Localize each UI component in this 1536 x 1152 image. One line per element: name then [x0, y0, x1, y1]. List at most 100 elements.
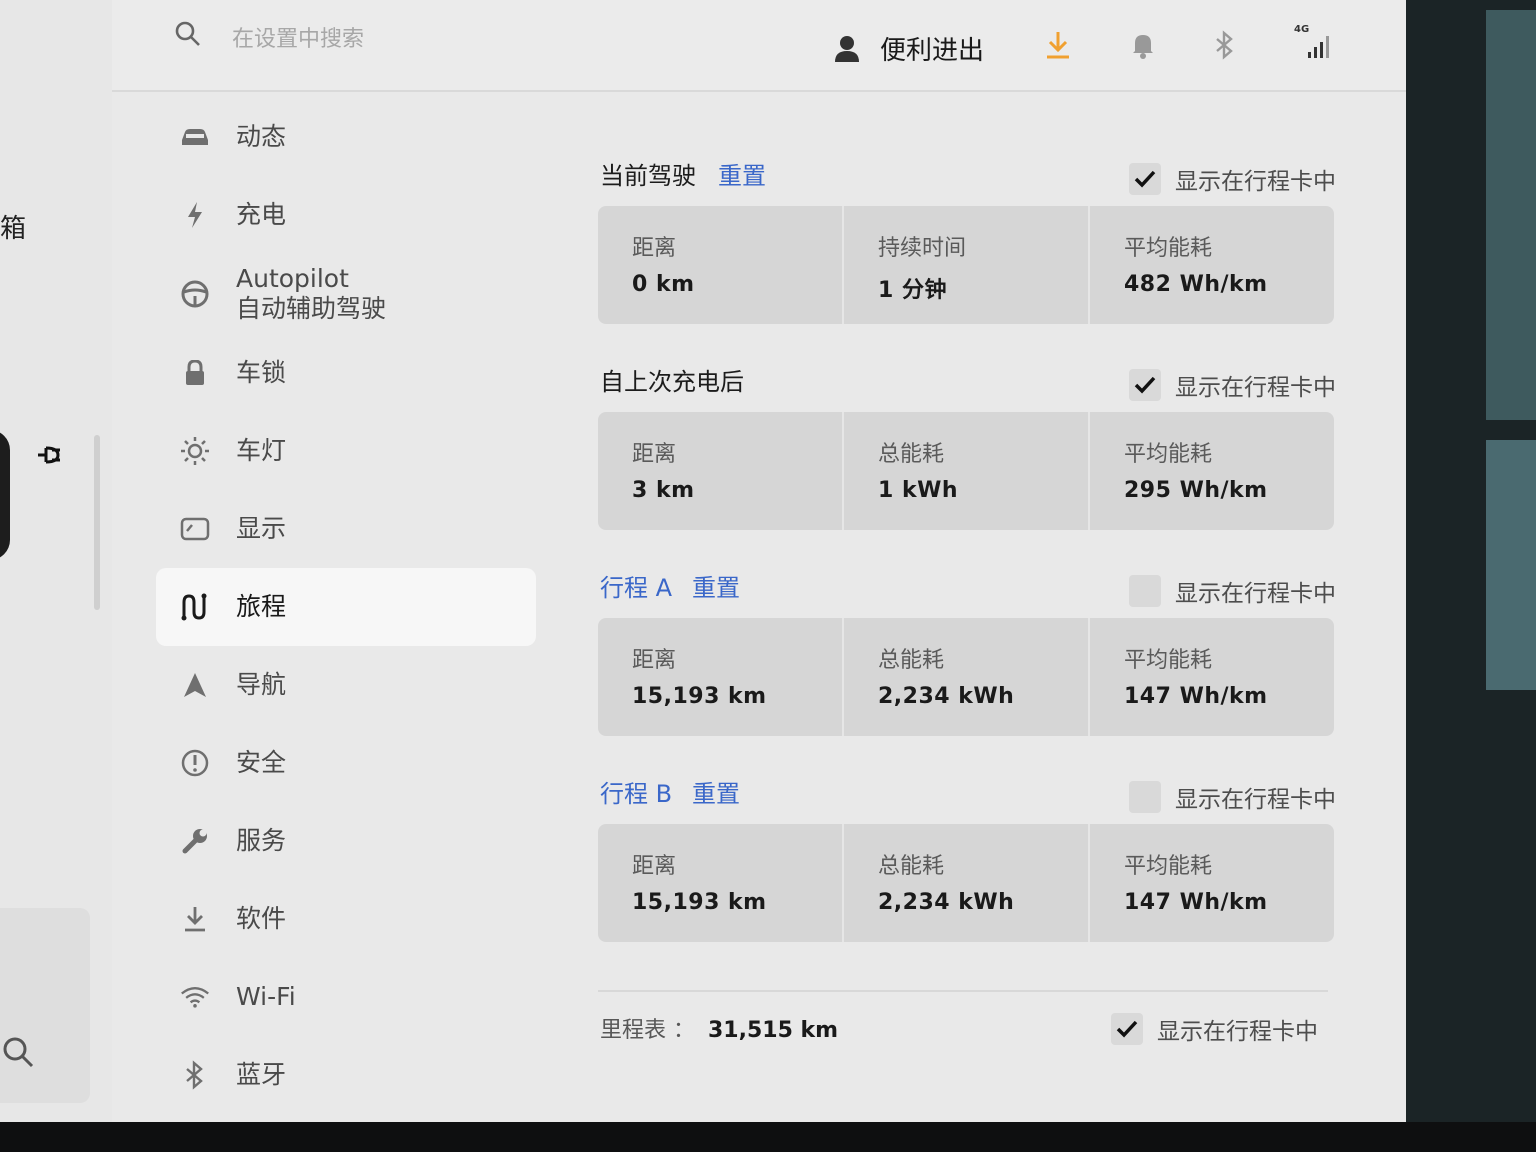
- trip-section-trip-b: 行程 B 重置 显示在行程卡中 距离 15,193 km 总能耗 2,234 k…: [598, 768, 1338, 974]
- stat-value: 147 Wh/km: [1124, 684, 1268, 709]
- checkmark-icon: [1134, 170, 1156, 188]
- show-in-trip-card-toggle[interactable]: 显示在行程卡中: [1129, 162, 1336, 196]
- stat-label: 平均能耗: [1124, 442, 1213, 467]
- show-in-trip-card-toggle[interactable]: 显示在行程卡中: [1111, 1012, 1318, 1046]
- stats-row: 距离 15,193 km 总能耗 2,234 kWh 平均能耗 147 Wh/k…: [598, 824, 1334, 942]
- stat-avg-energy: 平均能耗 147 Wh/km: [1090, 824, 1334, 942]
- stat-value: 2,234 kWh: [878, 684, 1015, 709]
- stat-distance: 距离 3 km: [598, 412, 844, 530]
- stat-value: 147 Wh/km: [1124, 890, 1268, 915]
- download-update-icon[interactable]: [1044, 30, 1072, 60]
- stat-total-energy: 总能耗 2,234 kWh: [844, 824, 1090, 942]
- status-icons: 4G: [1044, 24, 1334, 60]
- stat-label: 总能耗: [878, 442, 945, 467]
- section-title: 行程 A: [600, 574, 673, 602]
- cellular-signal: 4G: [1294, 24, 1334, 60]
- settings-sidebar: 动态 充电 Autopilot 自动辅助驾驶 车锁 车灯 显示 旅程 导航 安全…: [156, 98, 536, 1114]
- sidebar-item-lights[interactable]: 车灯: [156, 412, 536, 490]
- trip-section-since-last-charge: 自上次充电后 显示在行程卡中 距离 3 km 总能耗 1 kWh 平均能耗 29…: [598, 356, 1338, 562]
- sidebar-item-label: 导航: [236, 670, 287, 699]
- sidebar-item-bluetooth[interactable]: 蓝牙: [156, 1036, 536, 1114]
- bluetooth-icon: [180, 1060, 210, 1090]
- stat-label: 平均能耗: [1124, 854, 1213, 879]
- profile-button[interactable]: 便利进出: [834, 30, 984, 67]
- sidebar-item-autopilot[interactable]: Autopilot 自动辅助驾驶: [156, 254, 536, 334]
- reset-button[interactable]: 重置: [692, 568, 740, 603]
- search-icon[interactable]: [174, 20, 202, 48]
- sidebar-item-locks[interactable]: 车锁: [156, 334, 536, 412]
- stat-label: 距离: [632, 648, 677, 673]
- sidebar-item-trips[interactable]: 旅程: [156, 568, 536, 646]
- stat-label: 总能耗: [878, 648, 945, 673]
- navigation-icon: [180, 670, 210, 700]
- stat-label: 平均能耗: [1124, 236, 1213, 261]
- sidebar-item-service[interactable]: 服务: [156, 802, 536, 880]
- stat-total-energy: 总能耗 2,234 kWh: [844, 618, 1090, 736]
- trip-section-trip-a: 行程 A 重置 显示在行程卡中 距离 15,193 km 总能耗 2,234 k…: [598, 562, 1338, 768]
- sidebar-item-display[interactable]: 显示: [156, 490, 536, 568]
- odometer: 里程表 ： 31,515 km: [600, 1012, 838, 1044]
- trips-icon: [180, 592, 210, 622]
- sidebar-item-sublabel: 自动辅助驾驶: [236, 294, 387, 323]
- sidebar-item-safety[interactable]: 安全: [156, 724, 536, 802]
- checkbox-label: 显示在行程卡中: [1175, 375, 1336, 401]
- adjacent-card: [0, 908, 90, 1103]
- trip-section-current-drive: 当前驾驶 重置 显示在行程卡中 距离 0 km 持续时间 1 分钟 平均能耗 4…: [598, 150, 1338, 356]
- reset-button[interactable]: 重置: [692, 774, 740, 809]
- stat-value: 1 kWh: [878, 478, 959, 503]
- stat-distance: 距离 15,193 km: [598, 618, 844, 736]
- sidebar-item-wifi[interactable]: Wi-Fi: [156, 958, 536, 1036]
- reset-button[interactable]: 重置: [718, 156, 766, 191]
- lightning-icon: [180, 200, 210, 230]
- stat-value: 3 km: [632, 478, 695, 503]
- download-icon: [180, 904, 210, 934]
- checkmark-icon: [1116, 1020, 1138, 1038]
- stat-value: 295 Wh/km: [1124, 478, 1268, 503]
- stat-label: 距离: [632, 442, 677, 467]
- stat-avg-energy: 平均能耗 295 Wh/km: [1090, 412, 1334, 530]
- divider: [598, 990, 1328, 992]
- checkbox-label: 显示在行程卡中: [1175, 169, 1336, 195]
- show-in-trip-card-toggle[interactable]: 显示在行程卡中: [1129, 780, 1336, 814]
- charge-plug-icon: [34, 440, 64, 477]
- car-silhouette: [0, 430, 10, 560]
- checkbox-label: 显示在行程卡中: [1157, 1019, 1318, 1045]
- sun-icon: [180, 436, 210, 466]
- sidebar-item-label: Autopilot: [236, 264, 349, 293]
- sidebar-item-navigation[interactable]: 导航: [156, 646, 536, 724]
- trips-panel: 当前驾驶 重置 显示在行程卡中 距离 0 km 持续时间 1 分钟 平均能耗 4…: [598, 150, 1338, 974]
- bluetooth-icon[interactable]: [1214, 30, 1236, 60]
- checkbox-checked[interactable]: [1129, 369, 1161, 401]
- stat-value: 1 分钟: [878, 278, 947, 303]
- section-header: 行程 B 重置 显示在行程卡中: [598, 768, 1338, 818]
- section-header: 自上次充电后 显示在行程卡中: [598, 356, 1338, 406]
- adjacent-label: 箱: [0, 214, 27, 244]
- notification-bell-icon[interactable]: [1130, 31, 1156, 59]
- profile-name: 便利进出: [880, 36, 985, 66]
- car-icon: [180, 122, 210, 152]
- stat-total-energy: 总能耗 1 kWh: [844, 412, 1090, 530]
- show-in-trip-card-toggle[interactable]: 显示在行程卡中: [1129, 368, 1336, 402]
- checkbox-checked[interactable]: [1129, 163, 1161, 195]
- stat-label: 总能耗: [878, 854, 945, 879]
- stat-avg-energy: 平均能耗 482 Wh/km: [1090, 206, 1334, 324]
- sidebar-item-label: 车灯: [236, 436, 287, 465]
- alert-icon: [180, 748, 210, 778]
- background-window: [1406, 0, 1536, 1152]
- checkbox-unchecked[interactable]: [1129, 575, 1161, 607]
- stat-value: 2,234 kWh: [878, 890, 1015, 915]
- sidebar-item-controls[interactable]: 动态: [156, 98, 536, 176]
- section-header: 当前驾驶 重置 显示在行程卡中: [598, 150, 1338, 200]
- sidebar-item-software[interactable]: 软件: [156, 880, 536, 958]
- background-block: [1486, 10, 1536, 420]
- checkbox-checked[interactable]: [1111, 1013, 1143, 1045]
- stat-value: 15,193 km: [632, 684, 767, 709]
- checkbox-unchecked[interactable]: [1129, 781, 1161, 813]
- sidebar-item-label: 充电: [236, 200, 287, 229]
- sidebar-item-charging[interactable]: 充电: [156, 176, 536, 254]
- stat-value: 0 km: [632, 272, 695, 297]
- lock-icon: [180, 358, 210, 388]
- search-input[interactable]: [232, 22, 532, 56]
- sidebar-item-label: 显示: [236, 514, 287, 543]
- show-in-trip-card-toggle[interactable]: 显示在行程卡中: [1129, 574, 1336, 608]
